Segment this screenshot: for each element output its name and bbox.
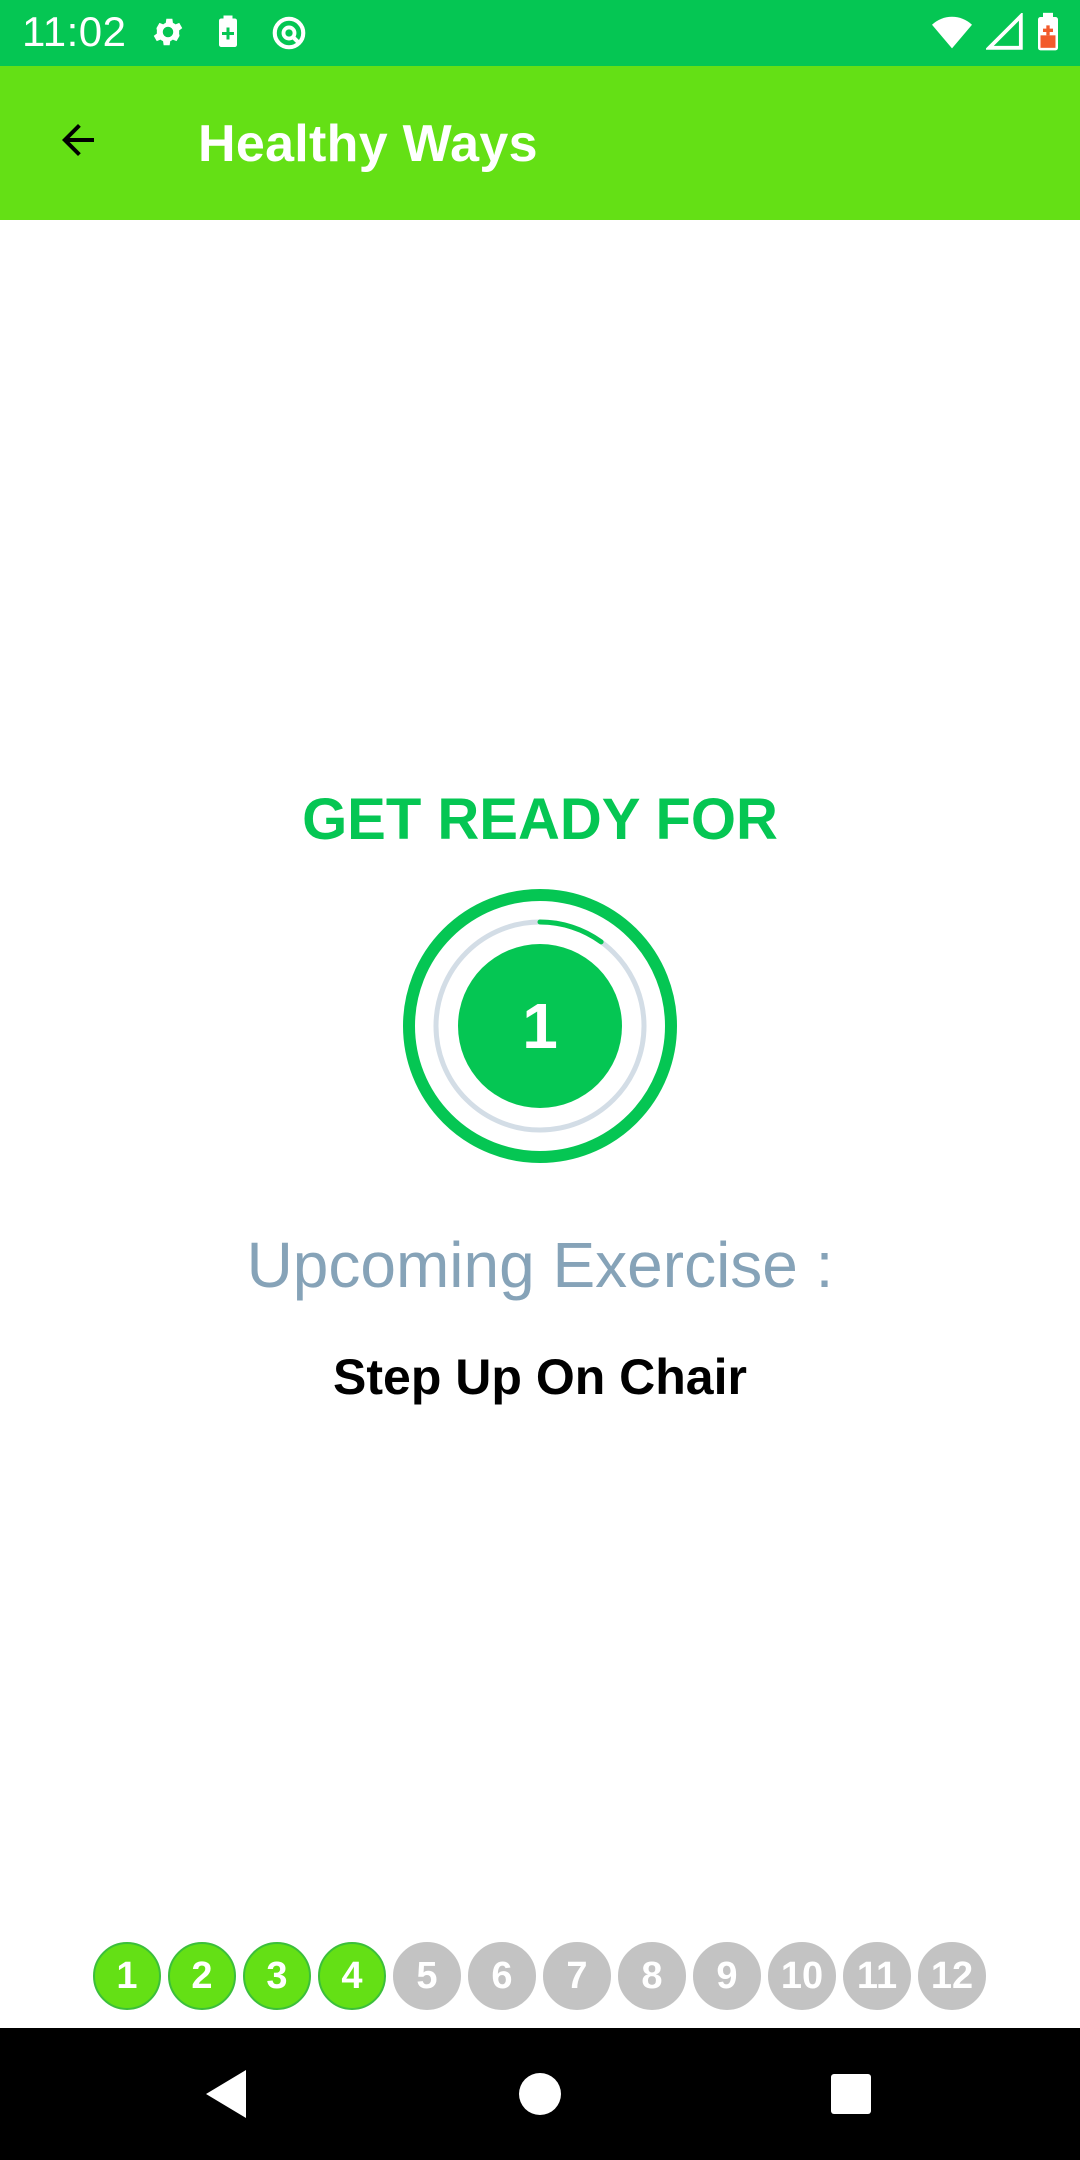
battery-saver-icon	[210, 14, 246, 57]
step-indicator: 7	[543, 1942, 611, 2010]
step-indicator: 3	[243, 1942, 311, 2010]
step-indicator: 5	[393, 1942, 461, 2010]
step-indicator: 2	[168, 1942, 236, 2010]
back-button[interactable]	[40, 104, 116, 180]
step-indicator: 9	[693, 1942, 761, 2010]
back-triangle-icon	[200, 2070, 260, 2128]
app-title: Healthy Ways	[198, 115, 538, 173]
step-indicator: 12	[918, 1942, 986, 2010]
exercise-step-indicator: 1 2 3 4 5 6 7 8 9 10 11 12	[93, 1942, 986, 2010]
step-indicator: 10	[768, 1942, 836, 2010]
wifi-icon	[930, 12, 974, 57]
countdown-timer: 1	[402, 888, 678, 1164]
step-indicator: 6	[468, 1942, 536, 2010]
gear-icon	[150, 14, 186, 57]
recents-square-icon	[821, 2074, 881, 2128]
step-indicator: 8	[618, 1942, 686, 2010]
nav-recents-button[interactable]	[821, 2064, 881, 2124]
upcoming-exercise-label: Upcoming Exercise :	[246, 1229, 834, 1301]
exercise-name: Step Up On Chair	[333, 1349, 747, 1405]
step-indicator: 1	[93, 1942, 161, 2010]
step-indicator: 4	[318, 1942, 386, 2010]
status-bar: 11:02	[0, 0, 1080, 66]
countdown-number: 1	[522, 990, 558, 1062]
battery-low-icon	[1036, 12, 1060, 57]
home-circle-icon	[510, 2073, 570, 2128]
get-ready-heading: GET READY FOR	[302, 787, 778, 852]
arrow-back-icon	[54, 116, 102, 169]
status-time: 11:02	[22, 8, 127, 55]
step-indicator: 11	[843, 1942, 911, 2010]
cell-signal-icon	[984, 11, 1024, 56]
nav-back-button[interactable]	[200, 2064, 260, 2124]
system-nav-bar	[0, 2028, 1080, 2160]
data-saver-icon	[270, 14, 308, 57]
app-bar: Healthy Ways	[0, 66, 1080, 220]
nav-home-button[interactable]	[510, 2064, 570, 2124]
